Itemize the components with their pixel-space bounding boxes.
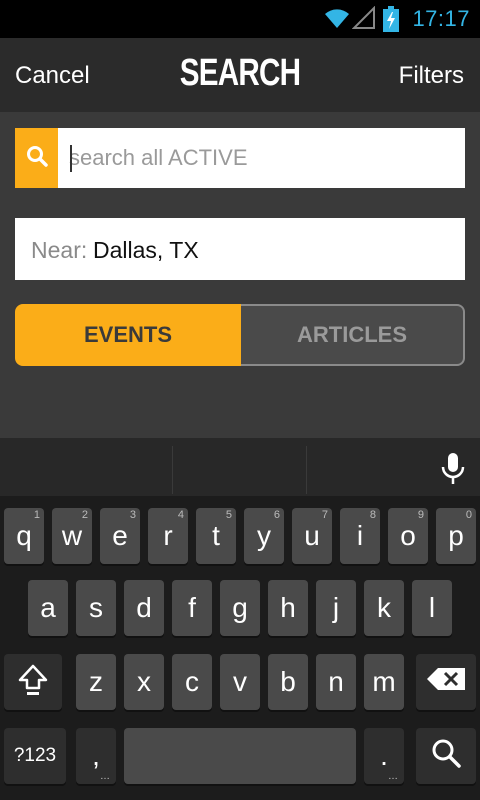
tab-events[interactable]: EVENTS xyxy=(15,304,241,366)
key-u[interactable]: u7 xyxy=(292,508,332,564)
key-r[interactable]: r4 xyxy=(148,508,188,564)
status-bar: 17:17 xyxy=(0,0,480,38)
status-time: 17:17 xyxy=(412,6,470,31)
key-x[interactable]: x xyxy=(124,654,164,710)
delete-key[interactable] xyxy=(416,654,476,710)
key-w[interactable]: w2 xyxy=(52,508,92,564)
search-form: Near: Dallas, TX EVENTS ARTICLES xyxy=(0,112,480,438)
suggestion-divider xyxy=(172,446,173,494)
key-z[interactable]: z xyxy=(76,654,116,710)
signal-icon xyxy=(351,5,376,35)
key-f[interactable]: f xyxy=(172,580,212,636)
key-l[interactable]: l xyxy=(412,580,452,636)
soft-keyboard: q1 w2 e3 r4 t5 y6 u7 i8 o9 p0 a s d f g … xyxy=(0,438,480,800)
search-icon xyxy=(430,737,462,776)
key-a[interactable]: a xyxy=(28,580,68,636)
battery-charging-icon xyxy=(383,6,399,37)
near-value[interactable]: Dallas, TX xyxy=(93,237,199,264)
key-o[interactable]: o9 xyxy=(388,508,428,564)
shift-icon xyxy=(16,662,50,703)
search-submit-key[interactable] xyxy=(416,728,476,784)
filters-button[interactable]: Filters xyxy=(399,62,464,90)
symbols-key[interactable]: ?123 xyxy=(4,728,66,784)
suggestion-strip xyxy=(0,438,480,496)
key-d[interactable]: d xyxy=(124,580,164,636)
key-s[interactable]: s xyxy=(76,580,116,636)
key-b[interactable]: b xyxy=(268,654,308,710)
key-m[interactable]: m xyxy=(364,654,404,710)
shift-key[interactable] xyxy=(4,654,62,710)
results-type-toggle: EVENTS ARTICLES xyxy=(15,304,465,366)
comma-key[interactable]: ,… xyxy=(76,728,116,784)
search-icon-container xyxy=(15,128,58,188)
search-box[interactable] xyxy=(15,128,465,188)
key-i[interactable]: i8 xyxy=(340,508,380,564)
page-title: SEARCH xyxy=(179,52,301,94)
tab-articles[interactable]: ARTICLES xyxy=(241,304,465,366)
title-bar: Cancel SEARCH Filters xyxy=(0,38,480,112)
search-input[interactable] xyxy=(69,138,449,178)
key-g[interactable]: g xyxy=(220,580,260,636)
key-v[interactable]: v xyxy=(220,654,260,710)
backspace-icon xyxy=(426,666,466,698)
key-y[interactable]: y6 xyxy=(244,508,284,564)
period-key[interactable]: .… xyxy=(364,728,404,784)
key-n[interactable]: n xyxy=(316,654,356,710)
space-key[interactable] xyxy=(124,728,356,784)
key-c[interactable]: c xyxy=(172,654,212,710)
key-e[interactable]: e3 xyxy=(100,508,140,564)
text-cursor xyxy=(70,145,72,172)
mic-icon[interactable] xyxy=(440,452,466,491)
key-j[interactable]: j xyxy=(316,580,356,636)
key-h[interactable]: h xyxy=(268,580,308,636)
key-p[interactable]: p0 xyxy=(436,508,476,564)
wifi-icon xyxy=(324,6,350,35)
key-k[interactable]: k xyxy=(364,580,404,636)
key-t[interactable]: t5 xyxy=(196,508,236,564)
near-label: Near: xyxy=(31,237,88,263)
location-field[interactable]: Near: Dallas, TX xyxy=(15,218,465,280)
suggestion-divider xyxy=(306,446,307,494)
search-icon xyxy=(26,145,48,172)
key-q[interactable]: q1 xyxy=(4,508,44,564)
